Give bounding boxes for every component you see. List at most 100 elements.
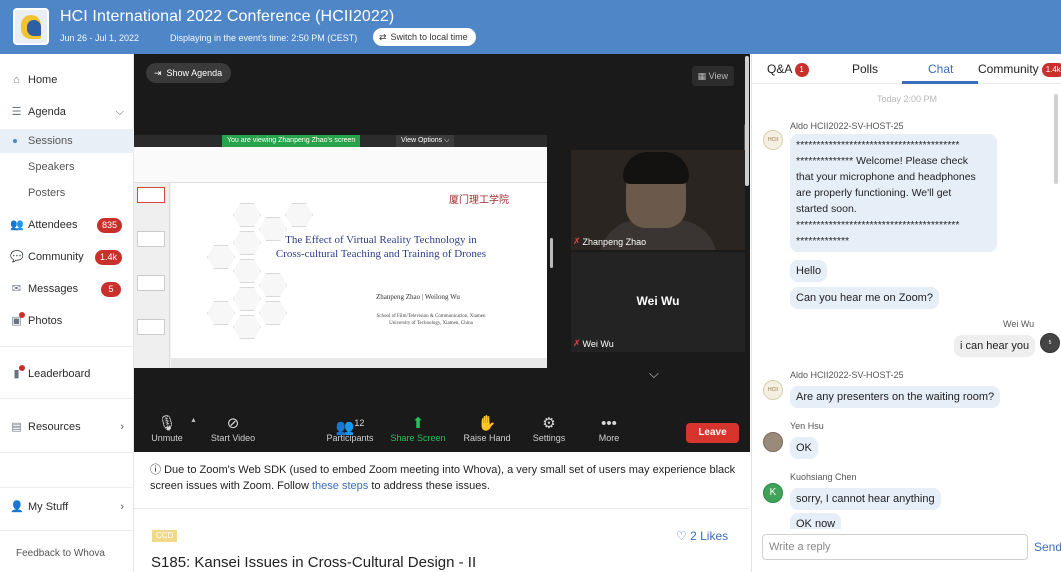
info-icon: ⓘ (150, 464, 165, 476)
chat-panel: Q&A 1 Polls Chat Community 1.4k Today 2:00… (751, 54, 1061, 572)
community-count-badge: 1.4k (94, 249, 122, 265)
gear-icon: ⚙ (542, 415, 556, 432)
slide-title: The Effect of Virtual Reality Technology… (275, 234, 487, 260)
unmute-button[interactable]: 🎙 Unmute (148, 414, 186, 443)
message-bubble: sorry, I cannot hear anything (790, 488, 941, 510)
active-tab-indicator (902, 81, 978, 84)
chevron-right-icon: › (120, 421, 124, 433)
agenda-icon: ☰ (11, 106, 22, 118)
zoom-sdk-notice: ⓘ Due to Zoom's Web SDK (used to embed Z… (150, 464, 736, 492)
sidebar-item-home[interactable]: ⌂ Home (0, 68, 134, 92)
sidebar-item-resources[interactable]: ▤ Resources › (0, 415, 134, 439)
settings-button[interactable]: ⚙ Settings (530, 414, 568, 443)
grid-icon: ▦ (697, 71, 709, 81)
caret-up-icon[interactable]: ▲ (190, 417, 197, 424)
tab-chat[interactable]: Chat (928, 62, 953, 76)
mic-muted-icon: ✗ (573, 338, 581, 348)
video-tile-wei-wu[interactable]: Wei Wu ✗ Wei Wu (571, 252, 745, 352)
avatar[interactable]: 5 (1040, 333, 1060, 353)
these-steps-link[interactable]: these steps (312, 480, 368, 492)
share-screen-icon: ⬆ (411, 415, 425, 432)
view-layout-button[interactable]: ▦ View (691, 66, 734, 86)
raise-hand-button[interactable]: ✋ Raise Hand (462, 414, 512, 443)
chat-scrollbar[interactable] (1054, 94, 1058, 184)
message-bubble: Can you hear me on Zoom? (790, 287, 939, 309)
community-icon: 💬 (10, 251, 24, 263)
share-screen-button[interactable]: ⬆ Share Screen (390, 414, 446, 443)
slide-thumbnail (137, 319, 165, 335)
avatar[interactable] (763, 432, 783, 452)
university-logo-text: 厦门理工学院 (449, 195, 509, 206)
show-agenda-button[interactable]: ⇥ Show Agenda (146, 63, 232, 83)
sidebar-item-agenda[interactable]: ☰ Agenda ⌵ (0, 100, 134, 124)
viewing-screen-banner: You are viewing Zhanpeng Zhao's screen (222, 135, 361, 147)
sidebar-item-leaderboard[interactable]: ▮ Leaderboard (0, 362, 134, 386)
send-button[interactable]: Send (1034, 540, 1061, 554)
avatar[interactable]: HCII (763, 380, 783, 400)
avatar[interactable]: K (763, 483, 783, 503)
feedback-link[interactable]: Feedback to Whova (0, 541, 134, 565)
message-sender: Aldo HCII2022-SV-HOST-25 (790, 121, 904, 131)
sidebar-item-speakers[interactable]: Speakers (0, 155, 134, 179)
reply-input[interactable]: Write a reply (762, 534, 1028, 560)
message-bubble: Are any presenters on the waiting room? (790, 386, 1001, 408)
slide-thumbnail (137, 275, 165, 291)
person-icon: 👤 (10, 501, 24, 513)
sidebar-divider (0, 346, 134, 347)
message-bubble: OK (790, 437, 818, 459)
sidebar-item-attendees[interactable]: 👥 Attendees 835 (0, 213, 134, 237)
conference-dates: Jun 26 - Jul 1, 2022 (60, 33, 140, 43)
tab-community[interactable]: Community 1.4k (978, 62, 1061, 77)
view-options-button[interactable]: View Options ⌵ (396, 135, 455, 147)
event-timezone-text: Displaying in the event's time: 2:50 PM … (170, 33, 358, 43)
sidebar: ⌂ Home ☰ Agenda ⌵ Sessions Speakers Post… (0, 54, 134, 572)
likes-button[interactable]: ♡ 2 Likes (676, 529, 728, 543)
qa-count-badge: 1 (795, 63, 810, 77)
sidebar-item-community[interactable]: 💬 Community 1.4k (0, 245, 134, 269)
switch-local-time-button[interactable]: ⇄ Switch to local time (373, 28, 476, 46)
sidebar-item-messages[interactable]: ✉ Messages 5 (0, 277, 134, 301)
mic-off-icon: 🎙 (157, 415, 177, 432)
mic-muted-icon: ✗ (573, 236, 581, 246)
sidebar-item-posters[interactable]: Posters (0, 181, 134, 205)
participants-icon: 👥12 (335, 418, 365, 436)
zoom-toolbar: 🎙 Unmute ▲ ⊘ Start Video 👥12 Participants ⬆… (134, 411, 750, 452)
conference-logo[interactable] (13, 8, 49, 45)
slide-affiliation: School of Film/Television & Communicatio… (376, 314, 486, 326)
chevron-right-icon: › (120, 501, 124, 513)
more-button[interactable]: ••• More (594, 414, 624, 443)
chat-tabbar: Q&A 1 Polls Chat Community 1.4k (752, 54, 1061, 84)
sidebar-item-my-stuff[interactable]: 👤 My Stuff › (0, 495, 134, 519)
message-bubble: OK now (790, 513, 842, 529)
main-scrollbar[interactable] (745, 56, 749, 186)
selected-dot (13, 139, 17, 143)
participants-button[interactable]: 👥12 Participants (324, 414, 376, 443)
message-bubble: i can hear you (954, 335, 1036, 357)
resources-icon: ▤ (11, 421, 22, 433)
tab-qa[interactable]: Q&A 1 (767, 62, 810, 77)
session-track-tag: CCD (152, 530, 178, 542)
start-video-button[interactable]: ⊘ Start Video (210, 414, 256, 443)
sidebar-item-sessions[interactable]: Sessions (0, 129, 134, 153)
more-dots-icon: ••• (601, 415, 617, 432)
chevron-down-icon: ⌵ (115, 105, 124, 118)
tab-polls[interactable]: Polls (852, 62, 878, 76)
shared-screen: You are viewing Zhanpeng Zhao's screen V… (134, 135, 547, 368)
leave-button[interactable]: Leave (686, 423, 739, 443)
ppt-ribbon (134, 147, 547, 183)
resize-handle[interactable] (550, 238, 553, 268)
message-sender: Wei Wu (1003, 319, 1035, 329)
heart-icon: ♡ (676, 529, 691, 543)
avatar[interactable]: HCII (763, 130, 783, 150)
slide-authors: Zhanpeng Zhao | Weilong Wu (376, 293, 460, 301)
photos-notification-dot (19, 312, 25, 318)
message-sender: Yen Hsu (790, 421, 824, 431)
attendees-count-badge: 835 (96, 217, 122, 233)
video-tile-zhanpeng-zhao[interactable]: ✗ Zhanpeng Zhao (571, 150, 745, 250)
sidebar-item-photos[interactable]: ▣ Photos (0, 309, 134, 333)
chevron-down-icon[interactable]: ⌵ (649, 366, 659, 382)
messages-count-badge: 5 (101, 281, 121, 297)
session-title: S185: Kansei Issues in Cross-Cultural De… (151, 554, 477, 571)
slide-thumbnail (137, 187, 165, 203)
home-icon: ⌂ (13, 74, 20, 86)
